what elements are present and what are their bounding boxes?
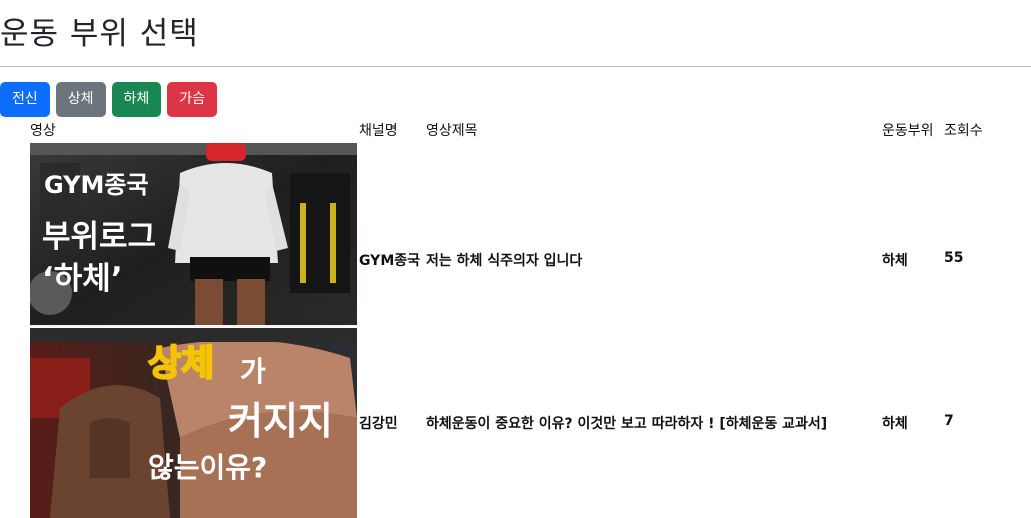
- page-title: 운동 부위 선택: [0, 16, 199, 52]
- cell-channel: 김강민: [359, 416, 398, 432]
- header-body-part: 운동부위: [882, 123, 934, 139]
- filter-button-lower-body[interactable]: 하체: [111, 82, 162, 117]
- thumbnail-text-line3: 커지지: [228, 399, 333, 443]
- thumbnail-text-line1: GYM종국: [44, 171, 149, 199]
- header-video: 영상: [30, 123, 56, 139]
- thumbnail-text-line2: 가: [240, 355, 266, 388]
- cell-views: 7: [944, 413, 954, 429]
- header-views: 조회수: [944, 123, 983, 139]
- video-thumbnail-image[interactable]: 상체 가 커지지 않는이유?: [30, 328, 357, 518]
- filter-button-chest[interactable]: 가슴: [167, 82, 218, 117]
- video-thumbnail-image[interactable]: GYM종국 부위로그 ‘하체’: [30, 143, 357, 327]
- filter-button-group: 전신 상체 하체 가슴: [0, 82, 218, 117]
- cell-views: 55: [944, 250, 964, 266]
- header-title: 영상제목: [426, 123, 478, 139]
- thumbnail-text-line2: 부위로그: [42, 219, 157, 255]
- cell-body-part: 하체: [882, 416, 908, 432]
- filter-button-upper-body[interactable]: 상체: [55, 82, 106, 117]
- cell-title: 하체운동이 중요한 이유? 이것만 보고 따라하자 ! [하체운동 교과서]: [426, 416, 828, 432]
- thumbnail-text-line1: 상체: [147, 342, 215, 385]
- thumbnail-text-line4: 않는이유?: [148, 451, 268, 484]
- cell-title: 저는 하체 식주의자 입니다: [426, 253, 583, 269]
- table-row: GYM종국 부위로그 ‘하체’ GYM종국 저는 하체 식주의자 입니다 하체 …: [30, 142, 1020, 328]
- header-divider: [0, 66, 1031, 67]
- cell-channel: GYM종국: [359, 253, 421, 269]
- header-channel: 채널명: [359, 123, 398, 139]
- table-row: 상체 가 커지지 않는이유? 김강민 하체운동이 중요한 이유? 이것만 보고 …: [30, 328, 1020, 518]
- thumbnail-text-line3: ‘하체’: [42, 261, 123, 297]
- cell-body-part: 하체: [882, 253, 908, 269]
- video-table: 영상 채널명 영상제목 운동부위 조회수 GYM종국 부위로그 ‘하체’ GYM…: [30, 118, 1020, 518]
- filter-button-whole-body[interactable]: 전신: [0, 82, 50, 117]
- table-header-row: 영상 채널명 영상제목 운동부위 조회수: [30, 118, 1020, 142]
